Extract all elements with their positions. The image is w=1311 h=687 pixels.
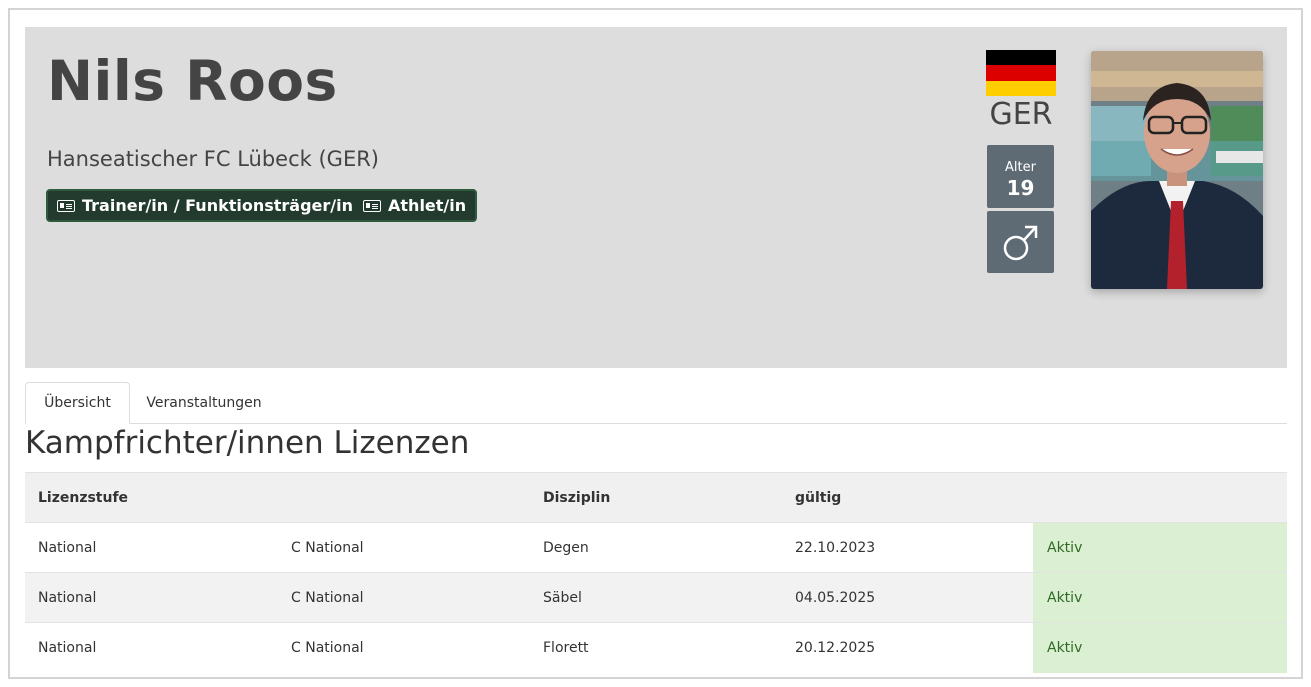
cell-license: C National bbox=[291, 590, 364, 606]
cell-discipline: Säbel bbox=[543, 590, 582, 606]
age-badge: Alter 19 bbox=[987, 145, 1054, 208]
table-row: National C National Florett 20.12.2025 A… bbox=[25, 622, 1287, 673]
role-badge-athlete: Athlet/in bbox=[358, 196, 471, 215]
cell-status: Aktiv bbox=[1033, 623, 1287, 673]
section-title: Kampfrichter/innen Lizenzen bbox=[25, 425, 470, 461]
age-label: Alter bbox=[1005, 160, 1036, 175]
license-table: Lizenzstufe Disziplin gültig National C … bbox=[25, 472, 1287, 673]
cell-valid-date: 04.05.2025 bbox=[795, 590, 876, 606]
cell-level: National bbox=[38, 640, 97, 656]
club-name: Hanseatischer FC Lübeck (GER) bbox=[47, 147, 380, 171]
germany-flag-icon bbox=[986, 50, 1056, 96]
cell-discipline: Degen bbox=[543, 540, 589, 556]
tab-events[interactable]: Veranstaltungen bbox=[137, 382, 271, 424]
male-symbol-icon bbox=[1003, 225, 1038, 261]
role-badges: Trainer/in / Funktionsträger/in Athlet/i… bbox=[46, 189, 478, 222]
cell-level: National bbox=[38, 540, 97, 556]
profile-header: Nils Roos Hanseatischer FC Lübeck (GER) … bbox=[25, 27, 1287, 368]
role-badge-trainer: Trainer/in / Funktionsträger/in bbox=[52, 196, 358, 215]
athlete-name: Nils Roos bbox=[47, 49, 338, 113]
header-license-level: Lizenzstufe bbox=[38, 490, 129, 506]
tab-bar: Übersicht Veranstaltungen bbox=[25, 382, 1287, 424]
table-header-row: Lizenzstufe Disziplin gültig bbox=[25, 472, 1287, 522]
cell-status: Aktiv bbox=[1033, 573, 1287, 623]
role-label: Trainer/in / Funktionsträger/in bbox=[82, 196, 354, 215]
cell-valid-date: 20.12.2025 bbox=[795, 640, 876, 656]
cell-license: C National bbox=[291, 640, 364, 656]
cell-status: Aktiv bbox=[1033, 523, 1287, 573]
age-value: 19 bbox=[1006, 176, 1035, 200]
table-row: National C National Säbel 04.05.2025 Akt… bbox=[25, 572, 1287, 623]
id-card-icon bbox=[57, 199, 75, 212]
cell-discipline: Florett bbox=[543, 640, 589, 656]
nation-code: GER bbox=[989, 97, 1053, 132]
table-row: National C National Degen 22.10.2023 Akt… bbox=[25, 522, 1287, 573]
cell-license: C National bbox=[291, 540, 364, 556]
cell-level: National bbox=[38, 590, 97, 606]
profile-photo bbox=[1091, 51, 1263, 289]
cell-valid-date: 22.10.2023 bbox=[795, 540, 876, 556]
tab-overview[interactable]: Übersicht bbox=[25, 382, 130, 424]
header-valid: gültig bbox=[795, 490, 842, 506]
id-card-icon bbox=[363, 199, 382, 212]
role-label: Athlet/in bbox=[388, 196, 467, 215]
gender-badge bbox=[987, 211, 1054, 273]
header-discipline: Disziplin bbox=[543, 490, 611, 506]
